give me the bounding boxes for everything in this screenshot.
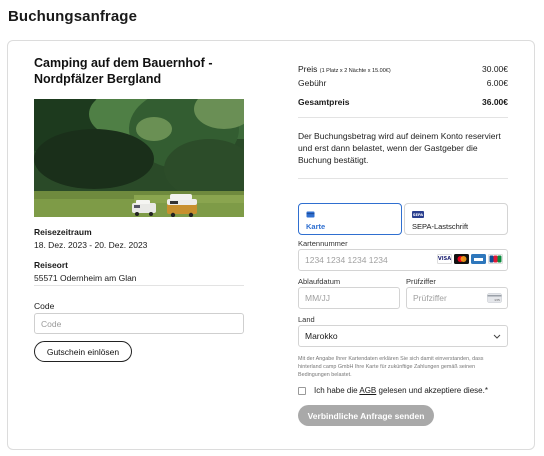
- bank-icon: SEPA: [412, 211, 424, 218]
- price-label: Preis: [298, 64, 318, 74]
- terms-suffix: gelesen und akzeptiere diese.*: [378, 386, 488, 395]
- amex-icon: [471, 254, 486, 264]
- expiry-input[interactable]: [298, 287, 400, 309]
- card-consent-disclaimer: Mit der Angabe Ihrer Kartendaten erkläre…: [298, 356, 484, 378]
- card-number-label: Kartennummer: [298, 239, 348, 248]
- listing-title: Camping auf dem Bauernhof - Nordpfälzer …: [34, 56, 213, 86]
- booking-card: Camping auf dem Bauernhof - Nordpfälzer …: [7, 40, 535, 450]
- cvc-wrapper: 135: [406, 287, 508, 309]
- svg-text:135: 135: [494, 298, 500, 302]
- agb-link[interactable]: AGB: [359, 386, 376, 395]
- credit-card-icon: [306, 211, 315, 218]
- cvc-label: Prüfziffer: [406, 277, 436, 286]
- price-detail: (1 Platz x 2 Nächte x 15.00€): [319, 68, 391, 74]
- submit-request-button[interactable]: Verbindliche Anfrage senden: [298, 405, 434, 426]
- listing-summary: Camping auf dem Bauernhof - Nordpfälzer …: [34, 55, 244, 283]
- listing-photo: [34, 99, 244, 217]
- fee-row: Gebühr 6.00€: [298, 77, 508, 89]
- fee-label: Gebühr: [298, 78, 327, 88]
- card-number-wrapper: VISA: [298, 249, 508, 271]
- voucher-code-input[interactable]: [34, 313, 244, 334]
- svg-text:SEPA: SEPA: [413, 213, 423, 217]
- tab-card-label: Karte: [306, 222, 326, 231]
- expiry-label: Ablaufdatum: [298, 277, 341, 286]
- terms-checkbox[interactable]: [298, 386, 306, 395]
- location-label: Reiseort: [34, 260, 69, 270]
- price-value: 30.00€: [482, 64, 508, 74]
- campsite-image: [34, 99, 244, 217]
- divider: [298, 117, 508, 118]
- tab-sepa[interactable]: SEPA SEPA-Lastschrift: [404, 203, 508, 235]
- fee-value: 6.00€: [486, 78, 508, 88]
- travel-period-label: Reisezeitraum: [34, 227, 92, 237]
- country-select[interactable]: Marokko: [298, 325, 508, 347]
- card-brand-icons: VISA: [437, 254, 503, 264]
- divider: [298, 178, 508, 179]
- price-summary: Preis (1 Platz x 2 Nächte x 15.00€) 30.0…: [298, 63, 508, 179]
- visa-icon: VISA: [437, 254, 452, 264]
- total-row: Gesamtpreis 36.00€: [298, 97, 508, 107]
- terms-text: Ich habe die AGB gelesen und akzeptiere …: [314, 386, 488, 395]
- cvc-card-icon: 135: [487, 293, 502, 303]
- country-label: Land: [298, 315, 315, 324]
- total-value: 36.00€: [482, 97, 508, 107]
- total-label: Gesamtpreis: [298, 97, 350, 107]
- payment-info-text: Der Buchungsbetrag wird auf deinem Konto…: [298, 131, 501, 165]
- voucher-code-label: Code: [34, 301, 55, 311]
- tab-sepa-label: SEPA-Lastschrift: [412, 222, 469, 231]
- terms-agreement: Ich habe die AGB gelesen und akzeptiere …: [298, 386, 488, 395]
- terms-prefix: Ich habe die: [314, 386, 358, 395]
- mastercard-icon: [454, 254, 469, 264]
- divider: [34, 285, 244, 286]
- price-row: Preis (1 Platz x 2 Nächte x 15.00€) 30.0…: [298, 63, 508, 77]
- location-value: 55571 Odernheim am Glan: [34, 273, 137, 283]
- jcb-icon: [488, 254, 503, 264]
- payment-method-tabs: Karte SEPA SEPA-Lastschrift: [298, 203, 508, 235]
- tab-card[interactable]: Karte: [298, 203, 402, 235]
- page-title: Buchungsanfrage: [8, 8, 138, 25]
- redeem-voucher-button[interactable]: Gutschein einlösen: [34, 341, 132, 362]
- chevron-down-icon: [493, 334, 501, 339]
- country-value: Marokko: [305, 331, 338, 341]
- travel-period-value: 18. Dez. 2023 - 20. Dez. 2023: [34, 240, 148, 250]
